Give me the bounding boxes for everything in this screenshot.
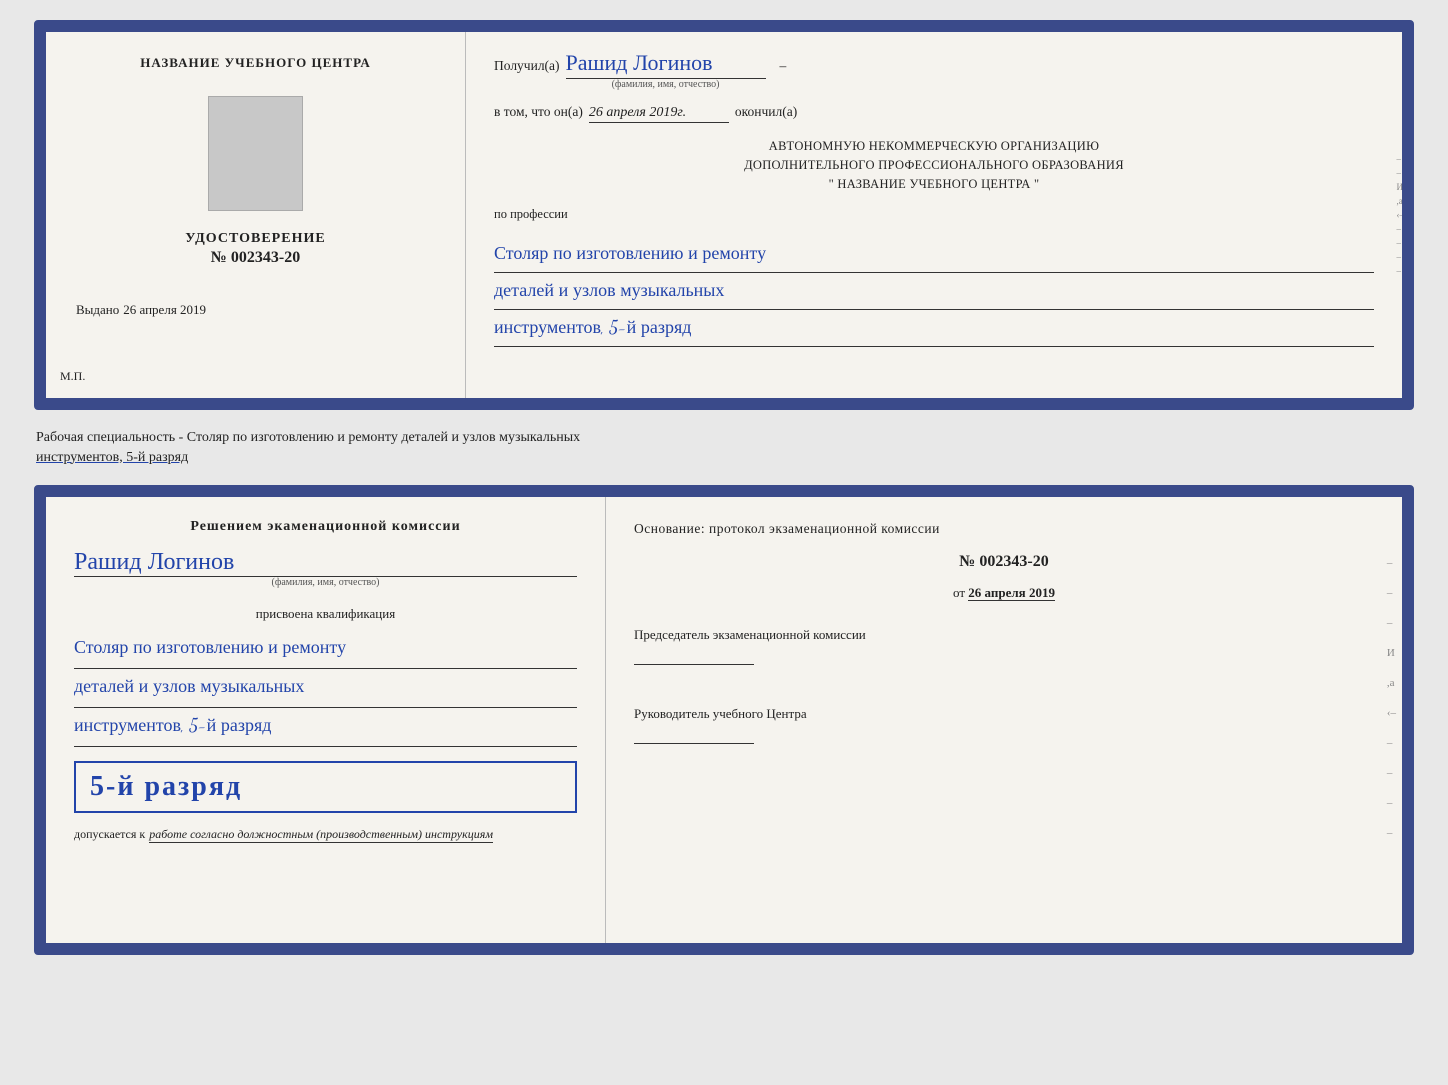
org-line2: ДОПОЛНИТЕЛЬНОГО ПРОФЕССИОНАЛЬНОГО ОБРАЗО…: [494, 156, 1374, 175]
org-line3: " НАЗВАНИЕ УЧЕБНОГО ЦЕНТРА ": [494, 175, 1374, 194]
ot-label: от: [953, 585, 965, 600]
bottom-doc-left: Решением экаменационной комиссии Рашид Л…: [46, 497, 606, 943]
bottom-profession-line1: Столяр по изготовлению и ремонту: [74, 630, 577, 669]
bottom-doc-right: Основание: протокол экзаменационной коми…: [606, 497, 1402, 943]
middle-label-prefix: Рабочая специальность - Столяр по изгото…: [36, 430, 580, 445]
protocol-number: № 002343-20: [634, 553, 1374, 571]
bottom-profession-line3: инструментов, 5-й разряд: [74, 708, 577, 747]
profession-line3: инструментов, 5-й разряд: [494, 310, 1374, 347]
fio-subtitle: (фамилия, имя, отчество): [566, 79, 766, 90]
middle-label: Рабочая специальность - Столяр по изгото…: [34, 428, 1414, 467]
predsedatel-signature-line: [634, 649, 754, 665]
vydano-date: 26 апреля 2019: [123, 302, 206, 318]
dopuskaetsya-row: допускается к работе согласно должностны…: [74, 827, 577, 843]
bottom-profession-block: Столяр по изготовлению и ремонту деталей…: [74, 630, 577, 746]
bottom-name-block: Рашид Логинов (фамилия, имя, отчество): [74, 543, 577, 588]
rukovoditel-block: Руководитель учебного Центра: [634, 704, 1374, 749]
resheniem-label: Решением экаменационной комиссии: [74, 519, 577, 535]
org-block: АВТОНОМНУЮ НЕКОММЕРЧЕСКУЮ ОРГАНИЗАЦИЮ ДО…: [494, 137, 1374, 193]
top-doc-left: НАЗВАНИЕ УЧЕБНОГО ЦЕНТРА УДОСТОВЕРЕНИЕ №…: [46, 32, 466, 398]
vtom-date: 26 апреля 2019г.: [589, 105, 729, 123]
profession-line2: деталей и узлов музыкальных: [494, 273, 1374, 310]
okonchil-label: окончил(а): [735, 104, 797, 120]
dash-after-name: –: [780, 58, 787, 74]
poluchil-row: Получил(a) Рашид Логинов (фамилия, имя, …: [494, 50, 1374, 90]
ot-date-value: 26 апреля 2019: [968, 585, 1055, 601]
vtom-label: в том, что он(а): [494, 104, 583, 120]
ot-date-row: от 26 апреля 2019: [634, 585, 1374, 601]
bottom-fio-sub: (фамилия, имя, отчество): [74, 577, 577, 588]
bottom-document: Решением экаменационной комиссии Рашид Л…: [34, 485, 1414, 955]
photo-placeholder: [208, 96, 303, 211]
org-line1: АВТОНОМНУЮ НЕКОММЕРЧЕСКУЮ ОРГАНИЗАЦИЮ: [494, 137, 1374, 156]
poluchil-label: Получил(a): [494, 58, 560, 74]
vtom-row: в том, что он(а) 26 апреля 2019г. окончи…: [494, 104, 1374, 123]
dopuskaetsya-italic: работе согласно должностным (производств…: [149, 827, 493, 843]
bottom-profession-line2: деталей и узлов музыкальных: [74, 669, 577, 708]
side-dashes-bottom: – – – И ,а ‹– – – – –: [1387, 557, 1396, 839]
vydano-label: Выдано: [76, 302, 119, 318]
bottom-recipient-name: Рашид Логинов: [74, 547, 577, 577]
udostoverenie-block: УДОСТОВЕРЕНИЕ № 002343-20: [185, 231, 325, 267]
top-doc-right: Получил(a) Рашид Логинов (фамилия, имя, …: [466, 32, 1402, 398]
mp-text: М.П.: [60, 369, 85, 384]
recipient-name: Рашид Логинов: [566, 50, 766, 79]
dopuskaetsya-label: допускается к: [74, 827, 145, 842]
udostoverenie-number: № 002343-20: [185, 249, 325, 267]
rukovoditel-label: Руководитель учебного Центра: [634, 704, 1374, 724]
profession-block: Столяр по изготовлению и ремонту деталей…: [494, 236, 1374, 347]
vydano-block: Выдано 26 апреля 2019: [66, 302, 445, 318]
predsedatel-block: Председатель экзаменационной комиссии: [634, 625, 1374, 670]
predsedatel-label: Председатель экзаменационной комиссии: [634, 625, 1374, 645]
rank-box-text: 5-й разряд: [90, 771, 242, 802]
po-professii-label: по профессии: [494, 207, 1374, 222]
rank-box: 5-й разряд: [74, 761, 577, 813]
middle-label-underlined: инструментов, 5-й разряд: [36, 450, 188, 465]
top-document: НАЗВАНИЕ УЧЕБНОГО ЦЕНТРА УДОСТОВЕРЕНИЕ №…: [34, 20, 1414, 410]
profession-line1: Столяр по изготовлению и ремонту: [494, 236, 1374, 273]
osnovanie-text: Основание: протокол экзаменационной коми…: [634, 519, 1374, 539]
udostoverenie-label: УДОСТОВЕРЕНИЕ: [185, 231, 325, 247]
side-dashes-top: – – И ,а ‹– – – – –: [1397, 154, 1405, 276]
rukovoditel-signature-line: [634, 728, 754, 744]
top-left-header: НАЗВАНИЕ УЧЕБНОГО ЦЕНТРА: [140, 55, 371, 71]
prisvoeena-label: присвоена квалификация: [74, 606, 577, 622]
